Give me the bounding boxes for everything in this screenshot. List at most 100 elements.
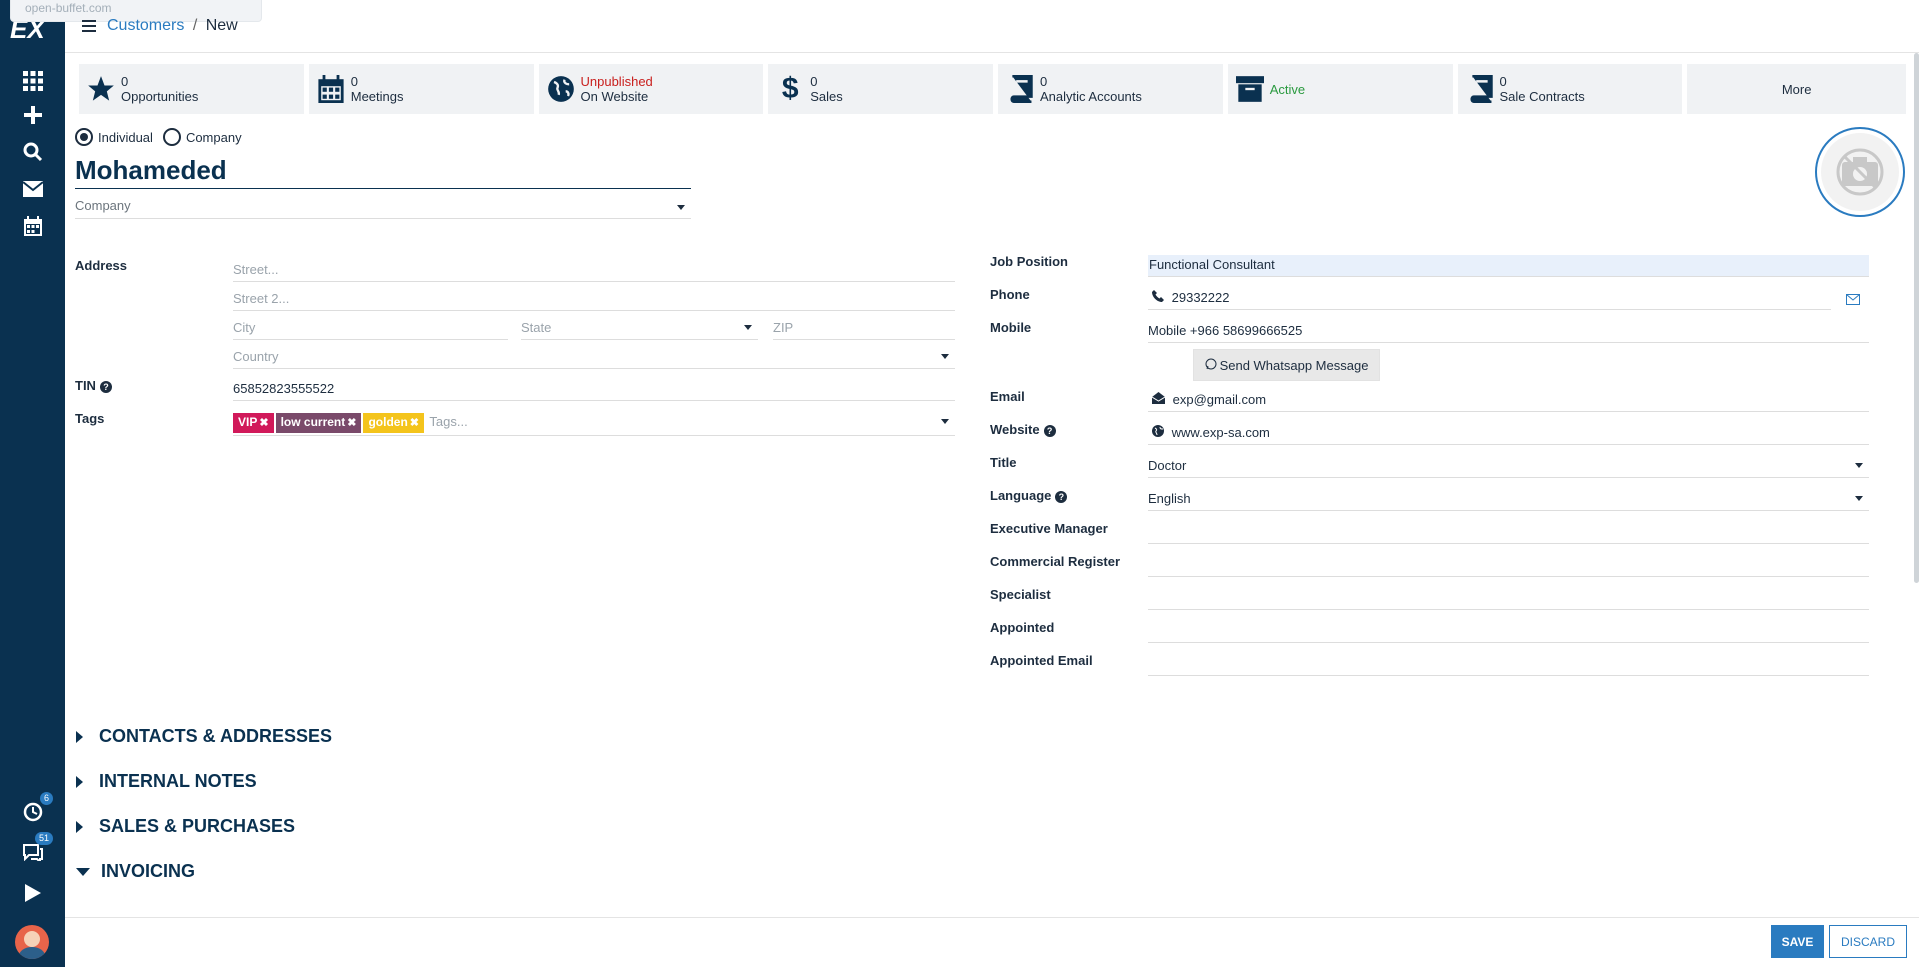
commercial-register-label: Commercial Register [990, 554, 1121, 569]
title-select[interactable]: Doctor [1148, 456, 1869, 478]
chevron-down-icon [677, 205, 685, 210]
website-label: On Website [580, 89, 649, 104]
executive-manager-label: Executive Manager [990, 521, 1108, 536]
company-placeholder: Company [75, 198, 131, 213]
phone-icon [1152, 290, 1168, 305]
phone-label: Phone [990, 287, 1030, 302]
help-icon[interactable]: ? [1055, 490, 1068, 503]
company-select[interactable]: Company [75, 198, 691, 219]
save-button[interactable]: SAVE [1771, 925, 1824, 958]
tag-remove-icon[interactable]: ✖ [410, 417, 419, 429]
breadcrumb-separator: / [192, 17, 198, 34]
stat-buttons-bar: 0 Opportunities 0 Meetings Unpublished On W… [79, 64, 1906, 114]
plus-icon[interactable] [19, 101, 47, 129]
calendar-icon [315, 73, 347, 105]
phone-input[interactable]: 29332222 [1148, 288, 1831, 310]
more-button[interactable]: More [1687, 64, 1906, 114]
city-input[interactable]: City [233, 318, 508, 340]
country-select[interactable]: Country [233, 347, 955, 369]
book-icon [1464, 73, 1496, 105]
company-type-radio-group: Individual Company [75, 128, 242, 146]
active-toggle-button[interactable]: Active [1227, 64, 1453, 114]
appointed-label: Appointed [990, 620, 1055, 635]
section-invoicing[interactable]: INVOICING [76, 861, 195, 882]
email-input[interactable]: exp@gmail.com [1148, 390, 1869, 412]
section-sales-purchases[interactable]: SALES & PURCHASES [76, 816, 295, 837]
appointed-input[interactable] [1148, 621, 1869, 643]
website-input[interactable]: www.exp-sa.com [1148, 423, 1869, 445]
job-position-input[interactable]: Functional Consultant [1148, 255, 1869, 277]
website-label: Website? [990, 422, 1056, 437]
help-icon[interactable]: ? [99, 380, 112, 393]
meetings-stat-button[interactable]: 0 Meetings [308, 64, 534, 114]
caret-right-icon [76, 775, 83, 788]
help-icon[interactable]: ? [1043, 424, 1056, 437]
top-bar: Customers / New [65, 0, 1919, 53]
executive-manager-input[interactable] [1148, 522, 1869, 544]
section-contacts-addresses[interactable]: CONTACTS & ADDRESSES [76, 726, 332, 747]
customer-name-input[interactable]: Mohameded [75, 155, 691, 189]
apps-grid-icon[interactable] [19, 67, 47, 95]
active-status-value: Active [1269, 81, 1306, 97]
company-radio-label[interactable]: Company [186, 130, 242, 145]
website-stat-button[interactable]: Unpublished On Website [538, 64, 764, 114]
mail-icon[interactable] [19, 175, 47, 203]
street2-input[interactable]: Street 2... [233, 289, 955, 311]
globe-icon [1152, 425, 1168, 440]
send-sms-icon[interactable] [1846, 292, 1860, 308]
specialist-label: Specialist [990, 587, 1051, 602]
chevron-down-icon [1855, 463, 1863, 468]
mobile-label: Mobile [990, 320, 1032, 335]
sidebar: EX 6 51 [0, 0, 65, 967]
tag-golden: golden ✖ [363, 413, 425, 433]
street-input[interactable]: Street... [233, 260, 955, 282]
email-label: Email [990, 389, 1025, 404]
section-internal-notes[interactable]: INTERNAL NOTES [76, 771, 257, 792]
chat-icon[interactable]: 51 [19, 832, 53, 866]
individual-radio-label[interactable]: Individual [98, 130, 153, 145]
tag-remove-icon[interactable]: ✖ [259, 417, 268, 429]
archive-icon [1234, 73, 1266, 105]
analytic-accounts-value: 0 [1040, 74, 1048, 89]
scrollbar[interactable] [1914, 53, 1919, 583]
sales-label: Sales [810, 89, 843, 104]
state-select[interactable]: State [521, 318, 758, 340]
opportunities-value: 0 [121, 74, 129, 89]
opportunities-stat-button[interactable]: 0 Opportunities [79, 64, 304, 114]
calendar-icon[interactable] [19, 212, 47, 240]
discard-button[interactable]: DISCARD [1829, 925, 1907, 958]
language-label: Language? [990, 488, 1068, 503]
zip-input[interactable]: ZIP [773, 318, 955, 340]
book-icon [1004, 73, 1036, 105]
mobile-input[interactable]: Mobile +966 58699666525 [1148, 321, 1869, 343]
send-whatsapp-button[interactable]: Send Whatsapp Message [1193, 349, 1380, 381]
breadcrumb-customers-link[interactable]: Customers [107, 17, 184, 34]
sale-contracts-stat-button[interactable]: 0 Sale Contracts [1457, 64, 1683, 114]
activity-badge: 6 [39, 792, 53, 805]
language-select[interactable]: English [1148, 489, 1869, 511]
analytic-accounts-stat-button[interactable]: 0 Analytic Accounts [998, 64, 1223, 114]
tin-input[interactable]: 65852823555522 [233, 379, 955, 401]
tags-input[interactable]: VIP ✖ low current ✖ golden ✖ Tags... [233, 412, 955, 436]
menu-hamburger-icon[interactable] [82, 20, 96, 32]
individual-radio[interactable] [75, 128, 93, 146]
caret-right-icon [76, 820, 83, 833]
play-icon[interactable] [19, 879, 47, 907]
specialist-input[interactable] [1148, 588, 1869, 610]
chevron-down-icon [1855, 496, 1863, 501]
commercial-register-input[interactable] [1148, 555, 1869, 577]
chevron-down-icon [941, 354, 949, 359]
sale-contracts-label: Sale Contracts [1499, 89, 1585, 104]
sales-stat-button[interactable]: $ 0 Sales [768, 64, 993, 114]
user-avatar[interactable] [15, 925, 49, 959]
tag-remove-icon[interactable]: ✖ [347, 417, 356, 429]
chevron-down-icon [744, 325, 752, 330]
customer-photo-upload[interactable] [1815, 127, 1905, 217]
form-footer [65, 917, 1919, 967]
activity-clock-icon[interactable]: 6 [19, 792, 53, 826]
company-radio[interactable] [162, 128, 181, 146]
appointed-email-input[interactable] [1148, 654, 1869, 676]
envelope-open-icon [1151, 392, 1169, 407]
search-icon[interactable] [19, 138, 47, 166]
camera-placeholder-icon [1836, 148, 1884, 196]
